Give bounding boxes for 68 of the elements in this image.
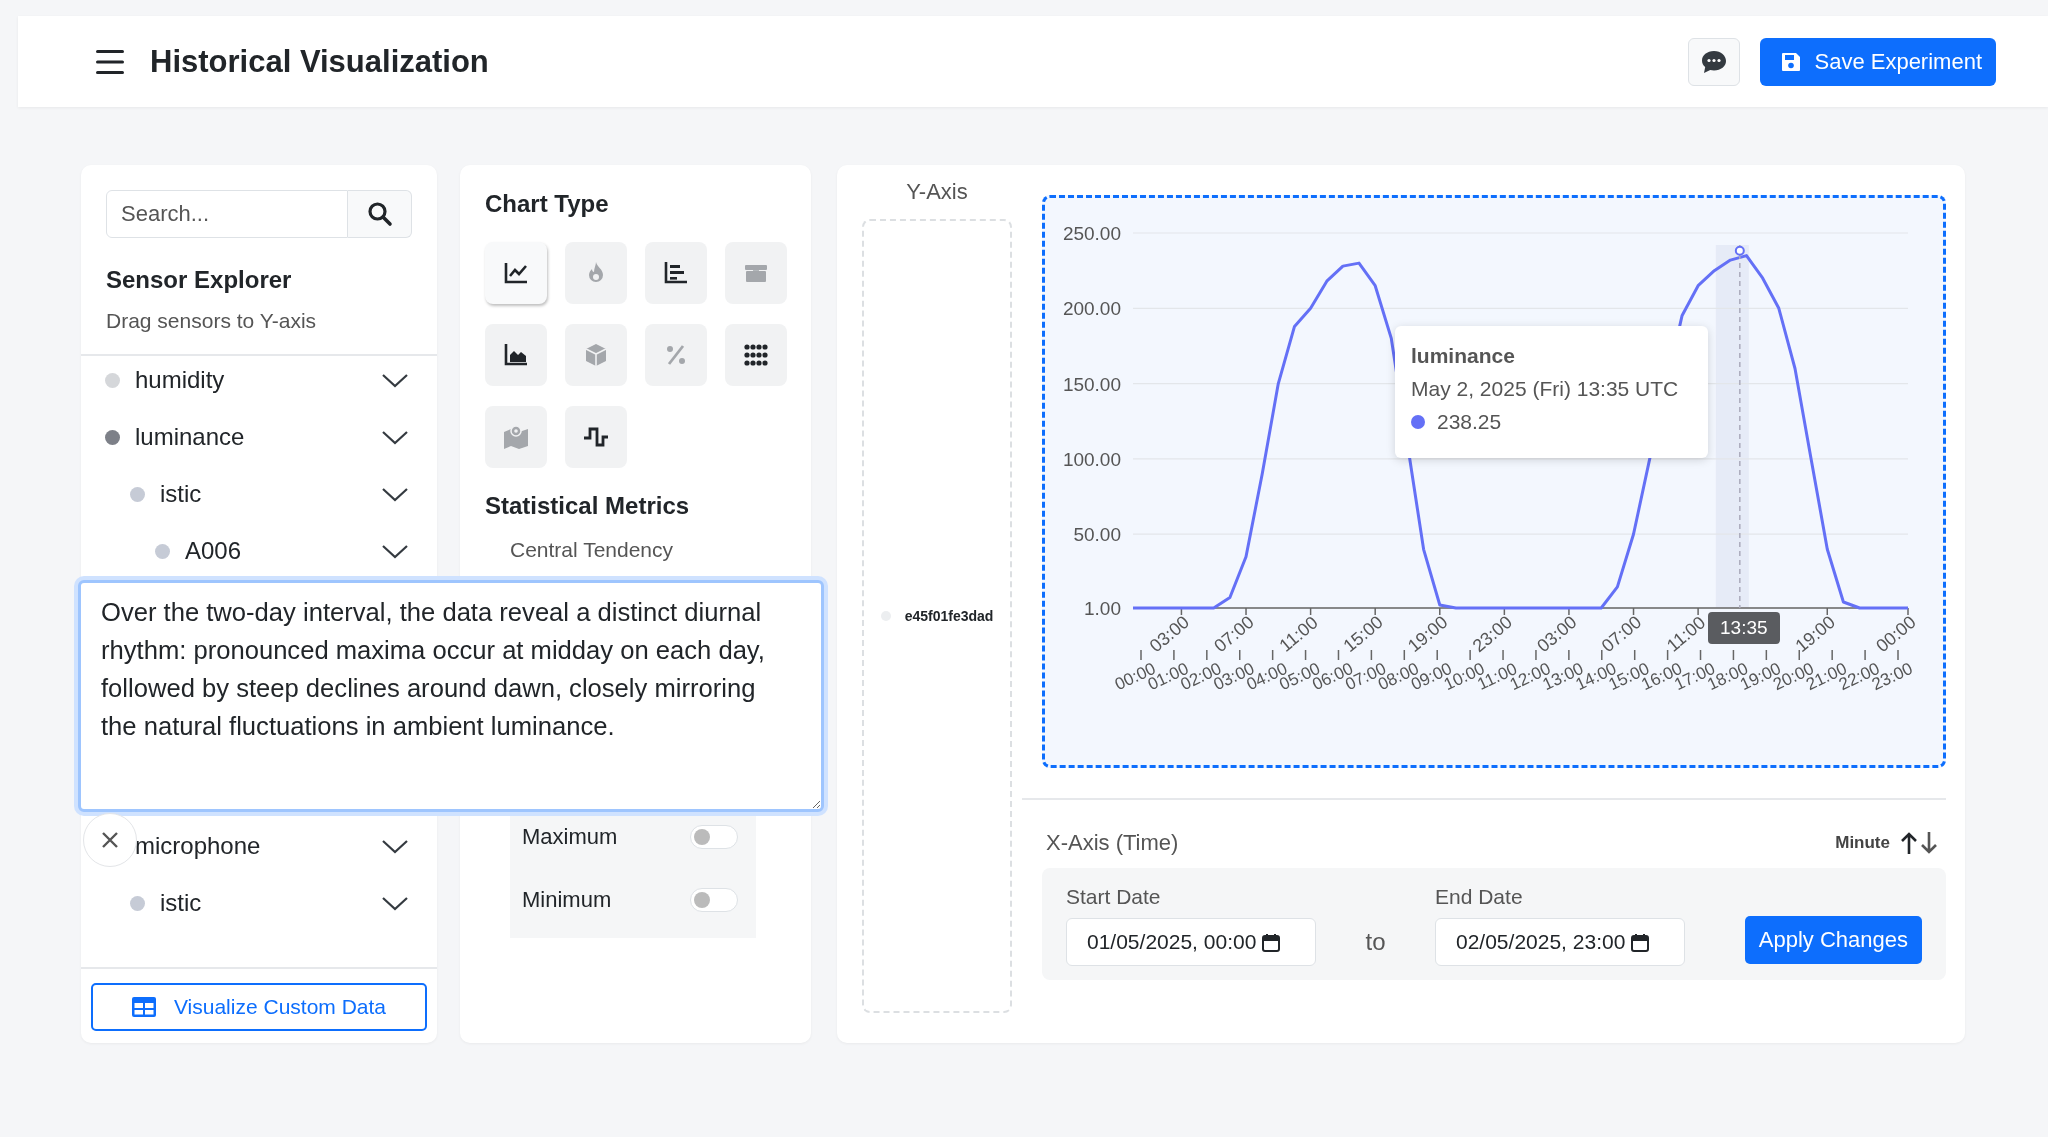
date-field[interactable]: 02/05/2025, 23:00 xyxy=(1435,918,1685,966)
field-label: Start Date xyxy=(1066,885,1162,909)
sensor-chip[interactable]: e45f01fe3dad xyxy=(904,608,994,624)
sensor-tree-item[interactable]: humidity xyxy=(81,360,437,400)
panel-subtitle: Drag sensors to Y-axis xyxy=(106,309,318,333)
y-tick-label: 100.00 xyxy=(1062,448,1121,470)
y-tick-label: 50.00 xyxy=(1073,524,1121,546)
chart-type-button[interactable] xyxy=(725,324,787,386)
chart-type-button[interactable] xyxy=(565,406,627,468)
chevron-down-icon xyxy=(381,486,409,502)
chart-type-button[interactable] xyxy=(645,242,707,304)
toggle-switch[interactable] xyxy=(690,887,738,912)
panel-heading: Statistical Metrics xyxy=(485,492,691,520)
y-axis-drop-zone[interactable]: e45f01fe3dad xyxy=(862,219,1012,1013)
line-chart-icon xyxy=(503,260,529,286)
tooltip-title: luminance xyxy=(1411,344,1516,368)
note-text-area[interactable]: Over the two-day interval, the data reveal a distinct diurnal rhythm: pronounced maxima occur at midday on each day, followed by steep declines around dawn, closely mirroring the natural fluctuations in ambient luminance. xyxy=(78,580,824,812)
date-field[interactable]: 01/05/2025, 00:00 xyxy=(1066,918,1316,966)
sensor-tree-item[interactable]: A006 xyxy=(81,531,437,571)
search-field[interactable]: Search... xyxy=(106,190,348,238)
apply-changes-button[interactable]: Apply Changes xyxy=(1744,916,1922,964)
dot-grid-icon xyxy=(743,342,769,368)
tooltip-time: May 2, 2025 (Fri) 13:35 UTC xyxy=(1411,377,1680,401)
area-chart-icon xyxy=(503,342,529,368)
map-pin-icon xyxy=(503,424,529,450)
sensor-tree-item[interactable]: luminance xyxy=(81,417,437,457)
panel-heading: Chart Type xyxy=(485,190,610,218)
panel-heading: Sensor Explorer xyxy=(106,266,293,294)
sensor-tree-item[interactable]: microphone xyxy=(81,826,437,866)
toggle-label: Minimum xyxy=(522,886,612,913)
field-label: End Date xyxy=(1435,885,1524,909)
calendar-icon xyxy=(1262,932,1281,952)
crosshair-label: 13:35 xyxy=(1708,612,1780,644)
y-tick-label: 1.00 xyxy=(1084,598,1121,619)
bar-chart-icon xyxy=(663,260,689,286)
chevron-down-icon xyxy=(381,429,409,445)
sensor-tree-item[interactable]: istic xyxy=(81,883,437,923)
calendar-icon xyxy=(1631,932,1650,952)
toggle-label: Maximum xyxy=(522,823,618,850)
range-separator: to xyxy=(1364,928,1387,956)
up-arrow-icon[interactable] xyxy=(1900,831,1918,855)
chevron-down-icon xyxy=(381,372,409,388)
chevron-down-icon xyxy=(381,543,409,559)
resolution-label: Minute xyxy=(1835,833,1890,853)
table-icon xyxy=(131,997,156,1017)
y-tick-label: 200.00 xyxy=(1062,298,1121,320)
chat-icon xyxy=(1700,48,1729,75)
y-axis-title: Y-Axis xyxy=(905,179,969,205)
x-axis-title: X-Axis (Time) xyxy=(1046,830,1179,856)
chart-type-button[interactable] xyxy=(485,324,547,386)
chart-type-button[interactable] xyxy=(485,242,547,304)
group-label: Central Tendency xyxy=(510,538,675,562)
y-tick-label: 250.00 xyxy=(1062,223,1121,244)
page-title: Historical Visualization xyxy=(150,43,490,80)
toggle-switch[interactable] xyxy=(690,824,738,849)
chevron-down-icon xyxy=(381,895,409,911)
close-icon xyxy=(101,831,119,849)
sensor-tree-item[interactable]: istic xyxy=(81,474,437,514)
tooltip-value: 238.25 xyxy=(1437,410,1502,434)
search-button[interactable] xyxy=(348,190,412,238)
y-tick-label: 150.00 xyxy=(1062,373,1121,395)
chat-button[interactable] xyxy=(1688,37,1741,86)
cube-icon xyxy=(583,342,609,368)
chevron-down-icon xyxy=(381,838,409,854)
search-icon xyxy=(366,201,393,227)
down-arrow-icon[interactable] xyxy=(1920,831,1938,855)
visualize-custom-data-button[interactable]: Visualize Custom Data xyxy=(91,983,427,1031)
save-experiment-button[interactable]: Save Experiment xyxy=(1760,37,1996,86)
